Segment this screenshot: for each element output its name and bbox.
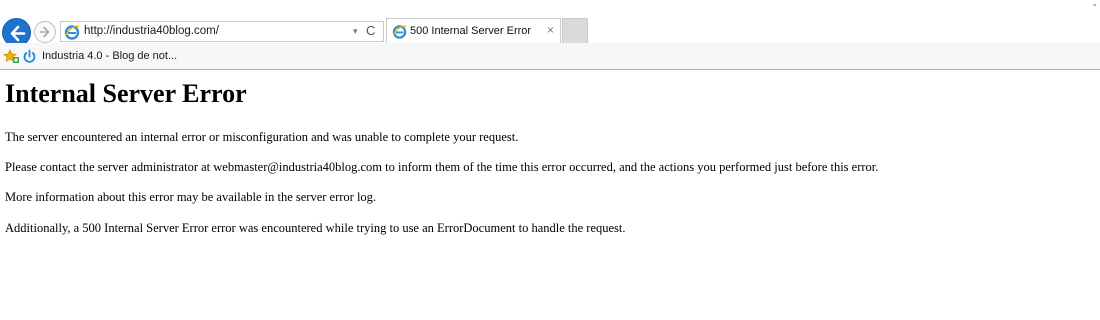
close-icon[interactable]: ×: [547, 23, 554, 38]
back-arrow-icon: [10, 25, 26, 42]
refresh-icon[interactable]: C: [366, 23, 375, 39]
tab-active[interactable]: 500 Internal Server Error ×: [386, 18, 561, 43]
address-url[interactable]: http://industria40blog.com/: [84, 24, 219, 39]
dropdown-arrow-icon[interactable]: ▾: [353, 25, 358, 38]
forward-arrow-icon: [39, 26, 50, 38]
page-content: Internal Server Error The server encount…: [0, 71, 1100, 320]
favorites-star-icon[interactable]: [3, 49, 19, 64]
minimize-button[interactable]: -: [1093, 0, 1100, 11]
address-bar[interactable]: http://industria40blog.com/ ▾ C: [60, 21, 384, 42]
page-title: Internal Server Error: [5, 79, 247, 108]
browser-chrome: - http://industria40blog.com/ ▾ C 500 In…: [0, 0, 1100, 70]
new-tab-button[interactable]: [562, 18, 588, 43]
errordocument-message: Additionally, a 500 Internal Server Erro…: [5, 221, 626, 235]
ie-logo-icon: [64, 25, 80, 40]
log-message: More information about this error may be…: [5, 190, 377, 204]
error-message: The server encountered an internal error…: [5, 130, 519, 144]
contact-message: Please contact the server administrator …: [5, 160, 879, 174]
favorites-item-label: Industria 4.0 - Blog de not...: [42, 50, 178, 62]
favorites-bar: Industria 4.0 - Blog de not...: [0, 43, 1100, 70]
power-icon: [23, 49, 36, 63]
tab-title: 500 Internal Server Error: [410, 25, 532, 37]
forward-button[interactable]: [34, 21, 56, 43]
ie-logo-icon: [392, 25, 407, 39]
